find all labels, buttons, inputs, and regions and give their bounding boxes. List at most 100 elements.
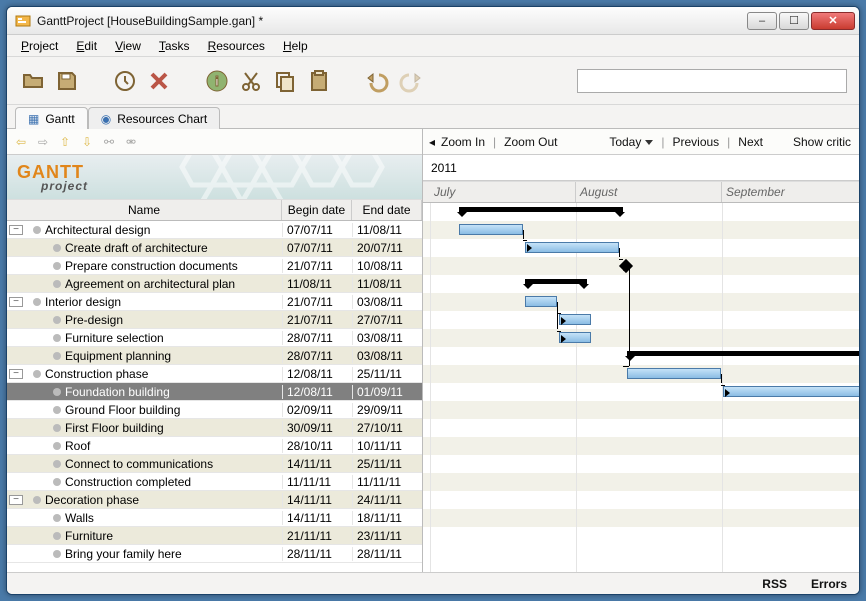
nav-back-icon[interactable]: ⇦ (13, 134, 29, 150)
menu-project[interactable]: Project (13, 37, 66, 55)
task-row[interactable]: Ground Floor building02/09/1129/09/11 (7, 401, 422, 419)
task-bar[interactable] (627, 368, 721, 379)
task-bullet-icon (53, 514, 61, 522)
cut-icon[interactable] (237, 67, 265, 95)
copy-icon[interactable] (271, 67, 299, 95)
task-name: Architectural design (45, 223, 282, 237)
gantt-chart[interactable] (423, 203, 859, 572)
unlink-icon[interactable]: ⚮ (123, 134, 139, 150)
task-row[interactable]: Construction completed11/11/1111/11/11 (7, 473, 422, 491)
menu-tasks[interactable]: Tasks (151, 37, 198, 55)
save-icon[interactable] (53, 67, 81, 95)
minimize-button[interactable]: – (747, 12, 777, 30)
task-bar[interactable] (459, 224, 523, 235)
task-name: Walls (65, 511, 282, 525)
task-end: 10/11/11 (352, 439, 422, 453)
next-button[interactable]: Next (738, 135, 763, 149)
menu-edit[interactable]: Edit (68, 37, 105, 55)
year-label: 2011 (431, 161, 457, 175)
task-end: 24/11/11 (352, 493, 422, 507)
expand-icon[interactable]: − (9, 225, 23, 235)
task-row[interactable]: −Construction phase12/08/1125/11/11 (7, 365, 422, 383)
task-end: 28/11/11 (352, 547, 422, 561)
expand-icon[interactable]: − (9, 369, 23, 379)
nav-down-icon[interactable]: ⇩ (79, 134, 95, 150)
task-end: 11/08/11 (352, 277, 422, 291)
redo-icon[interactable] (397, 67, 425, 95)
new-task-icon[interactable] (111, 67, 139, 95)
app-window: GanttProject [HouseBuildingSample.gan] *… (6, 6, 860, 595)
col-name[interactable]: Name (7, 200, 282, 220)
summary-bar[interactable] (627, 351, 859, 356)
task-end: 10/08/11 (352, 259, 422, 273)
task-row[interactable]: −Interior design21/07/1103/08/11 (7, 293, 422, 311)
col-end[interactable]: End date (352, 200, 422, 220)
task-row[interactable]: −Architectural design07/07/1111/08/11 (7, 221, 422, 239)
open-icon[interactable] (19, 67, 47, 95)
task-end: 25/11/11 (352, 457, 422, 471)
zoom-in-button[interactable]: Zoom In (441, 135, 485, 149)
menu-view[interactable]: View (107, 37, 149, 55)
previous-button[interactable]: Previous (672, 135, 719, 149)
task-begin: 11/08/11 (282, 277, 352, 291)
menubar: Project Edit View Tasks Resources Help (7, 35, 859, 57)
task-row[interactable]: Furniture21/11/1123/11/11 (7, 527, 422, 545)
resources-tab-icon: ◉ (101, 112, 111, 126)
task-row[interactable]: Equipment planning28/07/1103/08/11 (7, 347, 422, 365)
task-row[interactable]: Pre-design21/07/1127/07/11 (7, 311, 422, 329)
nav-up-icon[interactable]: ⇧ (57, 134, 73, 150)
menu-help[interactable]: Help (275, 37, 316, 55)
task-row[interactable]: Prepare construction documents21/07/1110… (7, 257, 422, 275)
today-button[interactable]: Today (609, 135, 653, 149)
menu-resources[interactable]: Resources (200, 37, 273, 55)
link-icon[interactable]: ⚯ (101, 134, 117, 150)
search-input[interactable] (577, 69, 847, 93)
paste-icon[interactable] (305, 67, 333, 95)
task-bullet-icon (53, 280, 61, 288)
summary-bar[interactable] (459, 207, 623, 212)
nav-forward-icon[interactable]: ⇨ (35, 134, 51, 150)
status-errors[interactable]: Errors (811, 577, 847, 591)
task-tree[interactable]: −Architectural design07/07/1111/08/11Cre… (7, 221, 422, 572)
summary-bar[interactable] (525, 279, 587, 284)
delete-icon[interactable] (145, 67, 173, 95)
task-row[interactable]: Connect to communications14/11/1125/11/1… (7, 455, 422, 473)
maximize-button[interactable]: ☐ (779, 12, 809, 30)
task-bar[interactable] (525, 242, 619, 253)
task-row[interactable]: Agreement on architectural plan11/08/111… (7, 275, 422, 293)
task-name: First Floor building (65, 421, 282, 435)
undo-icon[interactable] (363, 67, 391, 95)
task-row[interactable]: Furniture selection28/07/1103/08/11 (7, 329, 422, 347)
task-row[interactable]: Foundation building12/08/1101/09/11 (7, 383, 422, 401)
task-bar[interactable] (723, 386, 859, 397)
task-end: 01/09/11 (352, 385, 422, 399)
expand-icon[interactable]: − (9, 297, 23, 307)
status-rss[interactable]: RSS (762, 577, 787, 591)
month-cell: August (576, 182, 722, 202)
tab-gantt[interactable]: ▦ Gantt (15, 107, 88, 129)
task-row[interactable]: Bring your family here28/11/1128/11/11 (7, 545, 422, 563)
task-row[interactable]: Create draft of architecture07/07/1120/0… (7, 239, 422, 257)
titlebar[interactable]: GanttProject [HouseBuildingSample.gan] *… (7, 7, 859, 35)
close-button[interactable]: ✕ (811, 12, 855, 30)
task-row[interactable]: Roof28/10/1110/11/11 (7, 437, 422, 455)
properties-icon[interactable]: i (203, 67, 231, 95)
zoom-out-button[interactable]: Zoom Out (504, 135, 557, 149)
task-bullet-icon (33, 298, 41, 306)
splitter-handle-icon[interactable]: ◂ (429, 135, 433, 149)
task-row[interactable]: −Decoration phase14/11/1124/11/11 (7, 491, 422, 509)
window-title: GanttProject [HouseBuildingSample.gan] * (37, 14, 747, 28)
task-end: 03/08/11 (352, 331, 422, 345)
task-row[interactable]: First Floor building30/09/1127/10/11 (7, 419, 422, 437)
task-begin: 21/07/11 (282, 259, 352, 273)
task-bullet-icon (53, 334, 61, 342)
col-begin[interactable]: Begin date (282, 200, 352, 220)
expand-icon[interactable]: − (9, 495, 23, 505)
tab-resources[interactable]: ◉ Resources Chart (88, 107, 221, 129)
task-name: Furniture (65, 529, 282, 543)
task-row[interactable]: Walls14/11/1118/11/11 (7, 509, 422, 527)
task-begin: 21/11/11 (282, 529, 352, 543)
task-bar[interactable] (525, 296, 557, 307)
task-bullet-icon (53, 316, 61, 324)
show-critical-button[interactable]: Show critic (793, 135, 851, 149)
